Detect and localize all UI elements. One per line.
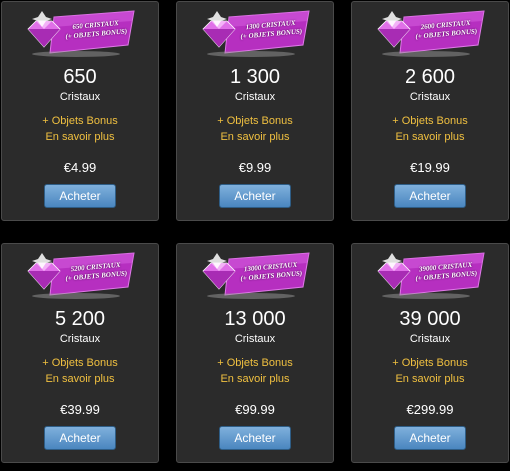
bonus-label: + Objets Bonus <box>42 115 118 127</box>
price: €99.99 <box>235 402 275 417</box>
learn-more-link[interactable]: En savoir plus <box>177 131 333 143</box>
bonus-label: + Objets Bonus <box>217 115 293 127</box>
buy-button[interactable]: Acheter <box>394 426 466 450</box>
learn-more-link[interactable]: En savoir plus <box>2 131 158 143</box>
learn-more-link[interactable]: En savoir plus <box>2 373 158 385</box>
bonus-label: + Objets Bonus <box>42 357 118 369</box>
gem-banner-icon: 39000 CRISTAUX (+ OBJETS BONUS) <box>374 249 486 301</box>
crystal-unit: Cristaux <box>59 91 101 103</box>
buy-button[interactable]: Acheter <box>219 426 291 450</box>
crystal-unit: Cristaux <box>409 333 451 345</box>
crystal-amount: 39 000 <box>399 308 461 330</box>
crystal-amount: 13 000 <box>224 308 286 330</box>
price: €9.99 <box>238 160 272 175</box>
gem-banner-icon: 2600 CRISTAUX (+ OBJETS BONUS) <box>374 7 486 59</box>
gem-banner-icon: 1300 CRISTAUX (+ OBJETS BONUS) <box>199 7 311 59</box>
buy-button[interactable]: Acheter <box>394 184 466 208</box>
bonus-label: + Objets Bonus <box>392 115 468 127</box>
crystal-unit: Cristaux <box>234 91 276 103</box>
offer-card-2600: 2600 CRISTAUX (+ OBJETS BONUS) 2 600 Cri… <box>351 1 509 221</box>
bonus-label: + Objets Bonus <box>392 357 468 369</box>
offer-card-13000: 13000 CRISTAUX (+ OBJETS BONUS) 13 000 C… <box>176 243 334 463</box>
crystal-amount: 2 600 <box>404 66 456 88</box>
bonus-label: + Objets Bonus <box>217 357 293 369</box>
price: €4.99 <box>63 160 97 175</box>
price: €19.99 <box>410 160 450 175</box>
offer-card-650: 650 CRISTAUX (+ OBJETS BONUS) 650 Crista… <box>1 1 159 221</box>
crystal-amount: 650 <box>63 66 97 88</box>
price: €299.99 <box>406 402 454 417</box>
offer-card-1300: 1300 CRISTAUX (+ OBJETS BONUS) 1 300 Cri… <box>176 1 334 221</box>
buy-button[interactable]: Acheter <box>219 184 291 208</box>
learn-more-link[interactable]: En savoir plus <box>177 373 333 385</box>
gem-banner-icon: 5200 CRISTAUX (+ OBJETS BONUS) <box>24 249 136 301</box>
crystal-amount: 5 200 <box>54 308 106 330</box>
buy-button[interactable]: Acheter <box>44 426 116 450</box>
buy-button[interactable]: Acheter <box>44 184 116 208</box>
gem-banner-icon: 650 CRISTAUX (+ OBJETS BONUS) <box>24 7 136 59</box>
learn-more-link[interactable]: En savoir plus <box>352 131 508 143</box>
gem-banner-icon: 13000 CRISTAUX (+ OBJETS BONUS) <box>199 249 311 301</box>
price: €39.99 <box>60 402 100 417</box>
crystal-unit: Cristaux <box>59 333 101 345</box>
crystal-unit: Cristaux <box>409 91 451 103</box>
offer-card-39000: 39000 CRISTAUX (+ OBJETS BONUS) 39 000 C… <box>351 243 509 463</box>
crystal-amount: 1 300 <box>229 66 281 88</box>
learn-more-link[interactable]: En savoir plus <box>352 373 508 385</box>
offer-card-5200: 5200 CRISTAUX (+ OBJETS BONUS) 5 200 Cri… <box>1 243 159 463</box>
crystal-unit: Cristaux <box>234 333 276 345</box>
